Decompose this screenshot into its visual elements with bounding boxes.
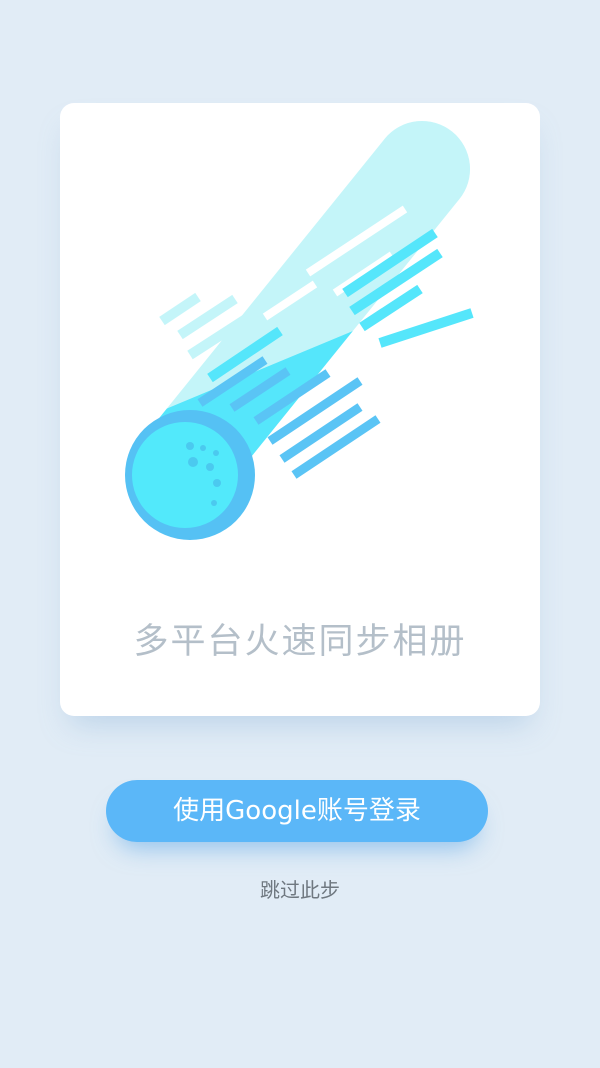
skip-link[interactable]: 跳过此步 bbox=[0, 875, 600, 905]
google-login-button[interactable]: 使用Google账号登录 bbox=[106, 780, 488, 842]
meteor-icon bbox=[122, 121, 474, 540]
tagline: 多平台火速同步相册 bbox=[133, 622, 467, 662]
